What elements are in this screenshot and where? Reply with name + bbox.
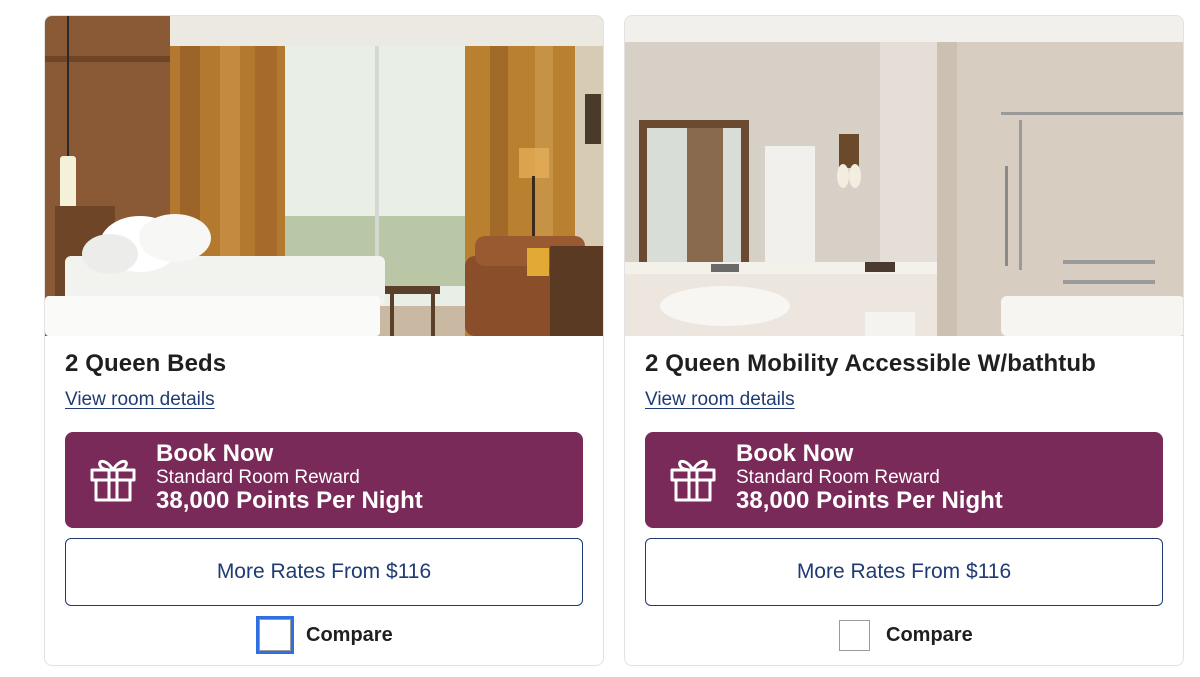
compare-label[interactable]: Compare [886,624,973,647]
book-now-subtitle: Standard Room Reward [736,467,940,488]
book-now-subtitle: Standard Room Reward [156,467,360,488]
book-now-button[interactable]: Book Now Standard Room Reward 38,000 Poi… [65,432,583,528]
gift-icon [670,459,716,502]
view-room-details-link[interactable]: View room details [645,389,795,411]
bathroom-image [625,16,1183,336]
compare-control[interactable]: Compare [839,616,973,654]
book-now-points: 38,000 Points Per Night [156,487,423,514]
compare-control[interactable]: Compare [256,616,393,654]
bedroom-image [45,16,603,336]
room-title: 2 Queen Mobility Accessible W/bathtub [645,350,1096,377]
room-photo-bedroom[interactable] [45,16,603,336]
compare-label[interactable]: Compare [306,624,393,647]
book-now-button[interactable]: Book Now Standard Room Reward 38,000 Poi… [645,432,1163,528]
book-now-points: 38,000 Points Per Night [736,487,1003,514]
compare-checkbox[interactable] [839,619,870,651]
gift-icon [90,459,136,502]
book-now-title: Book Now [156,440,274,467]
view-room-details-link[interactable]: View room details [65,389,215,411]
more-rates-button[interactable]: More Rates From $116 [645,538,1163,606]
compare-checkbox[interactable] [256,616,294,654]
more-rates-button[interactable]: More Rates From $116 [65,538,583,606]
room-card: 2 Queen Beds View room details Book Now … [44,15,604,666]
room-photo-bathroom[interactable] [625,16,1183,336]
room-title: 2 Queen Beds [65,350,227,377]
room-card: 2 Queen Mobility Accessible W/bathtub Vi… [624,15,1184,666]
book-now-title: Book Now [736,440,854,467]
